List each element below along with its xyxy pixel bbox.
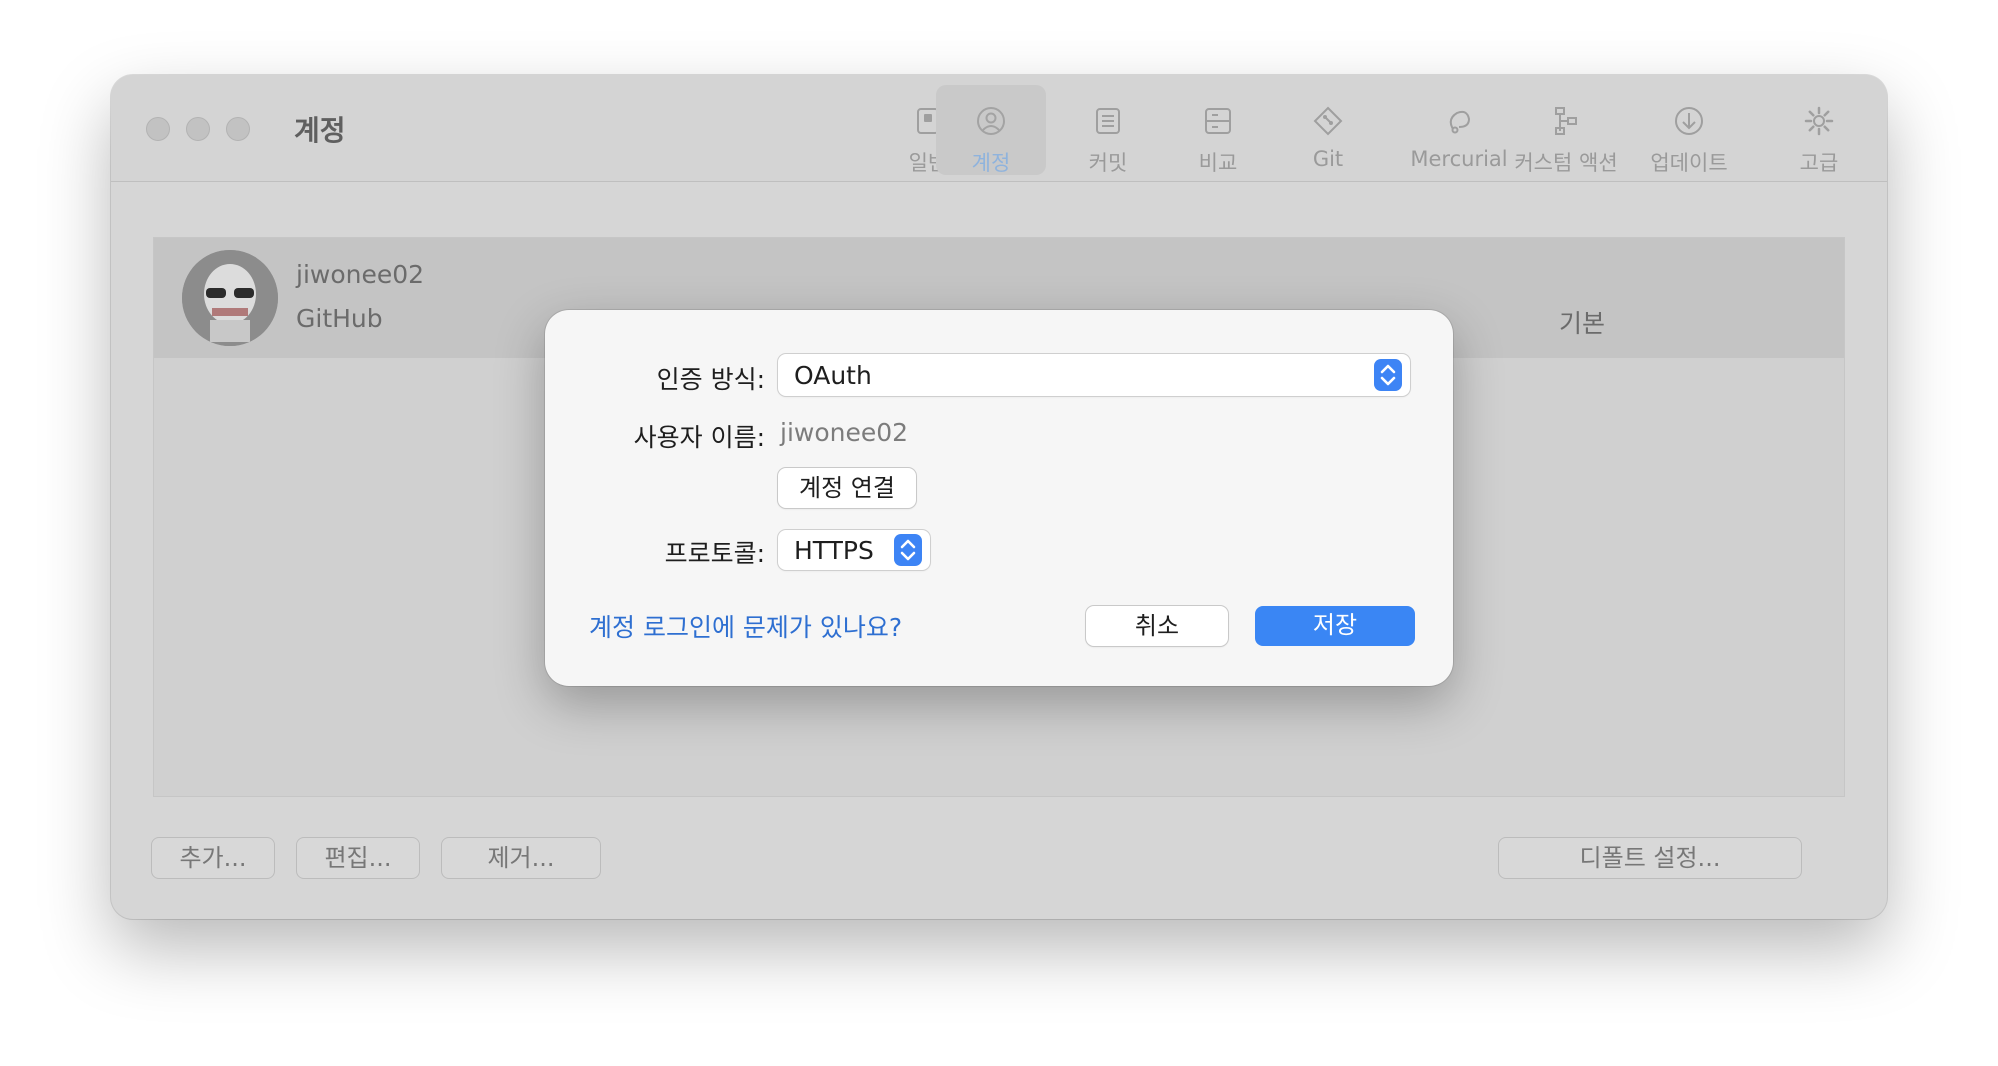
remove-account-button[interactable]: 제거... [441, 837, 601, 879]
title-bar: 계정 일반 계정 커밋 비교 Git Mercurial 커스텀 액션 업데이트… [111, 75, 1887, 182]
username-label: 사용자 이름: [633, 423, 765, 452]
git-icon [1313, 106, 1343, 136]
protocol-select[interactable]: HTTPS [778, 530, 930, 570]
save-button[interactable]: 저장 [1255, 606, 1415, 646]
tab-accounts[interactable]: 계정 [936, 85, 1046, 175]
tab-label: 고급 [1799, 151, 1839, 175]
tab-commit[interactable]: 커밋 [1066, 85, 1150, 175]
edit-account-button[interactable]: 편집... [296, 837, 420, 879]
tab-update[interactable]: 업데이트 [1639, 85, 1739, 175]
cancel-button[interactable]: 취소 [1086, 606, 1228, 646]
tab-label: 커스텀 액션 [1514, 151, 1618, 175]
account-host: GitHub [296, 304, 383, 333]
set-default-button[interactable]: 디폴트 설정... [1498, 837, 1802, 879]
connect-account-button[interactable]: 계정 연결 [778, 468, 916, 508]
account-default-label: 기본 [1559, 309, 1606, 338]
chevron-updown-icon [894, 534, 922, 566]
auth-method-label: 인증 방식: [656, 365, 765, 394]
auth-method-select[interactable]: OAuth [778, 354, 1410, 396]
auth-method-value: OAuth [794, 361, 872, 390]
commit-icon [1096, 108, 1120, 134]
username-value: jiwonee02 [780, 418, 909, 447]
tab-label: 업데이트 [1650, 151, 1728, 175]
tab-label: 커밋 [1088, 151, 1128, 175]
tab-advanced[interactable]: 고급 [1777, 85, 1861, 175]
update-icon [1675, 107, 1703, 135]
add-account-button[interactable]: 추가... [151, 837, 275, 879]
account-icon [977, 107, 1005, 135]
zoom-window-button[interactable] [226, 117, 250, 141]
tab-mercurial[interactable]: Mercurial [1389, 85, 1529, 175]
mercurial-icon [1449, 110, 1471, 134]
tab-label: Git [1312, 147, 1344, 171]
gear-icon [1804, 106, 1834, 136]
tab-diff[interactable]: 비교 [1176, 85, 1260, 175]
avatar [182, 250, 278, 346]
tab-label: 계정 [971, 151, 1011, 175]
window-title: 계정 [294, 114, 346, 147]
tab-label: 비교 [1198, 151, 1238, 175]
custom-actions-icon [1555, 107, 1577, 135]
avatar-image [182, 250, 278, 346]
account-username: jiwonee02 [296, 260, 425, 289]
minimize-window-button[interactable] [186, 117, 210, 141]
edit-account-dialog: 인증 방식: OAuth 사용자 이름: jiwonee02 계정 연결 프로토… [545, 310, 1453, 686]
close-window-button[interactable] [146, 117, 170, 141]
protocol-label: 프로토콜: [664, 539, 765, 568]
tab-git[interactable]: Git [1286, 85, 1370, 175]
login-help-link[interactable]: 계정 로그인에 문제가 있나요? [589, 608, 902, 644]
tab-custom-actions[interactable]: 커스텀 액션 [1511, 85, 1621, 175]
protocol-value: HTTPS [794, 536, 874, 565]
diff-icon [1205, 108, 1231, 134]
chevron-updown-icon [1374, 359, 1402, 391]
tab-label: Mercurial [1410, 147, 1508, 171]
